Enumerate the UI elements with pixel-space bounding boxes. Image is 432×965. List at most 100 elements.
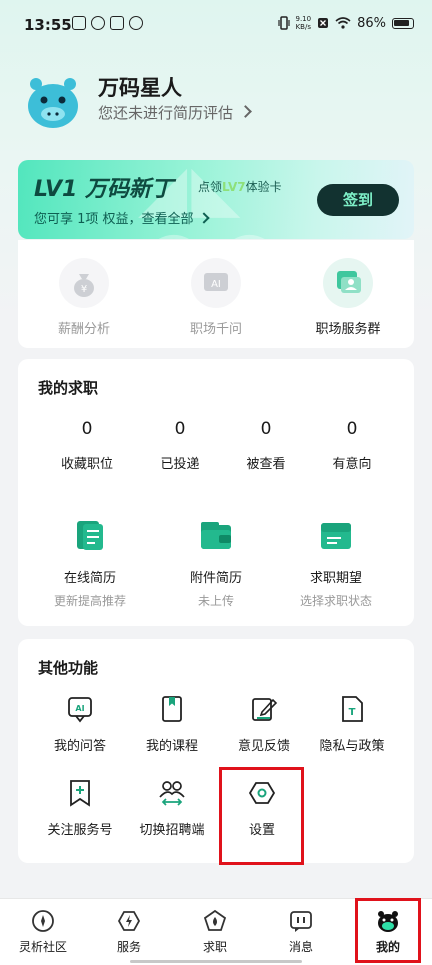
profile-name: 万码星人	[98, 76, 182, 100]
message-icon	[289, 909, 313, 933]
function-label: 关注服务号	[47, 823, 113, 838]
battery-icon	[392, 17, 414, 29]
resume-item-sub: 未上传	[197, 594, 234, 608]
resume-evaluation-text: 您还未进行简历评估	[98, 104, 234, 122]
vibrate-icon	[277, 16, 290, 30]
function-label: 隐私与政策	[319, 739, 385, 754]
notification-app-icon	[129, 16, 143, 30]
resume-item-label: 附件简历	[189, 571, 242, 586]
function-label: 意见反馈	[237, 739, 290, 754]
battery-percent: 86%	[357, 15, 386, 31]
notification-app-icon	[110, 16, 124, 30]
bookmark-book-icon	[158, 695, 186, 723]
tool-salary-analysis[interactable]: ¥ 薪酬分析	[18, 258, 150, 337]
trial-prefix: 点领	[198, 180, 223, 194]
resume-item-label: 求职期望	[309, 571, 362, 586]
stat-saved-jobs[interactable]: 0 收藏职位	[42, 419, 132, 472]
signin-button[interactable]: 签到	[317, 184, 399, 216]
profile-header[interactable]: 万码星人 您还未进行简历评估	[22, 70, 412, 150]
feedback-edit-icon	[250, 695, 278, 723]
tool-label: 薪酬分析	[57, 322, 110, 337]
other-functions-card: 其他功能 AI 我的问答 我的课程 意见反馈 T 隐私与政策 关注服务号 切换招…	[18, 639, 414, 863]
attachment-resume-icon	[199, 519, 233, 553]
tab-service[interactable]: 服务	[86, 909, 172, 955]
network-speed-value: 9.10	[295, 15, 312, 23]
home-indicator	[130, 960, 302, 963]
tab-messages[interactable]: 消息	[258, 909, 344, 955]
stat-interested[interactable]: 0 有意向	[307, 419, 397, 472]
membership-card[interactable]: ◢◣ ◯◯ ◥ LV1 万码新丁 点领LV7体验卡 您可享 1项 权益，查看全部…	[18, 160, 414, 239]
func-privacy-policy[interactable]: T 隐私与政策	[306, 695, 398, 754]
function-label: 我的问答	[53, 739, 106, 754]
resume-item-sub: 更新提高推荐	[53, 594, 126, 608]
tool-label: 职场服务群	[315, 322, 381, 337]
func-follow-account[interactable]: 关注服务号	[34, 779, 126, 838]
service-lightning-icon	[117, 909, 141, 933]
tool-label: 职场千问	[189, 322, 242, 337]
network-speed-unit: KB/s	[295, 23, 311, 31]
stat-value: 0	[81, 419, 93, 439]
ai-icon: AI	[191, 258, 241, 308]
trial-card-offer[interactable]: 点领LV7体验卡	[198, 178, 282, 195]
notification-icons	[72, 16, 143, 30]
resume-item-label: 在线简历	[63, 571, 116, 586]
stat-value: 0	[174, 419, 186, 439]
trial-suffix: 体验卡	[245, 180, 282, 194]
tools-panel: ¥ 薪酬分析 AI 职场千问 职场服务群	[18, 240, 414, 348]
status-bar: 13:55 9.10 KB/s 86%	[0, 0, 432, 50]
notification-app-icon	[91, 16, 105, 30]
network-speed: 9.10 KB/s	[296, 15, 312, 31]
attachment-resume[interactable]: 附件简历 未上传	[150, 519, 282, 609]
tab-label: 服务	[116, 940, 141, 954]
section-title: 我的求职	[38, 379, 99, 397]
wifi-icon	[335, 17, 351, 29]
stat-label: 有意向	[332, 457, 372, 472]
svg-text:T: T	[349, 707, 356, 718]
function-label: 我的课程	[145, 739, 198, 754]
stat-value: 0	[260, 419, 272, 439]
privacy-document-icon: T	[338, 695, 366, 723]
status-right: 9.10 KB/s 86%	[277, 15, 414, 31]
svg-text:AI: AI	[75, 704, 84, 713]
online-resume-icon	[73, 519, 107, 553]
func-feedback[interactable]: 意见反馈	[218, 695, 310, 754]
stat-label: 收藏职位	[60, 457, 113, 472]
job-expectation-icon	[319, 519, 353, 553]
benefits-link[interactable]: 您可享 1项 权益，查看全部	[34, 208, 210, 227]
me-tab-highlight-box	[355, 898, 421, 963]
settings-highlight-box	[219, 767, 304, 865]
func-switch-recruiter[interactable]: 切换招聘端	[126, 779, 218, 838]
benefits-text: 您可享 1项 权益，查看全部	[34, 212, 194, 227]
tab-job-search[interactable]: 求职	[172, 909, 258, 955]
trial-level: LV7	[222, 180, 246, 194]
job-pentagon-icon	[203, 909, 227, 933]
tab-label: 消息	[288, 940, 313, 954]
no-sim-icon	[318, 18, 329, 28]
online-resume[interactable]: 在线简历 更新提高推荐	[24, 519, 156, 609]
func-my-courses[interactable]: 我的课程	[126, 695, 218, 754]
stat-value: 0	[346, 419, 358, 439]
chevron-right-icon	[239, 105, 252, 118]
section-title: 其他功能	[38, 659, 99, 677]
tool-career-qa[interactable]: AI 职场千问	[150, 258, 282, 337]
member-level-title: LV1 万码新丁	[34, 177, 173, 202]
stat-applied[interactable]: 0 已投递	[135, 419, 225, 472]
svg-text:¥: ¥	[81, 284, 87, 295]
money-bag-icon: ¥	[59, 258, 109, 308]
tool-service-group[interactable]: 职场服务群	[282, 258, 414, 337]
stat-viewed[interactable]: 0 被查看	[221, 419, 311, 472]
tab-community[interactable]: 灵析社区	[0, 909, 86, 955]
func-my-qa[interactable]: AI 我的问答	[34, 695, 126, 754]
avatar[interactable]	[22, 70, 84, 132]
tab-label: 灵析社区	[18, 940, 67, 954]
my-job-search-card: 我的求职 0 收藏职位 0 已投递 0 被查看 0 有意向 在线简历 更新提高推…	[18, 359, 414, 626]
job-expectation[interactable]: 求职期望 选择求职状态	[270, 519, 402, 609]
group-chat-icon	[323, 258, 373, 308]
tab-label: 求职	[202, 940, 227, 954]
community-icon	[31, 909, 55, 933]
svg-text:AI: AI	[211, 279, 221, 290]
resume-evaluation-link[interactable]: 您还未进行简历评估	[98, 102, 252, 123]
status-time: 13:55	[24, 16, 72, 34]
stat-label: 已投递	[160, 457, 200, 472]
follow-account-icon	[66, 779, 94, 807]
